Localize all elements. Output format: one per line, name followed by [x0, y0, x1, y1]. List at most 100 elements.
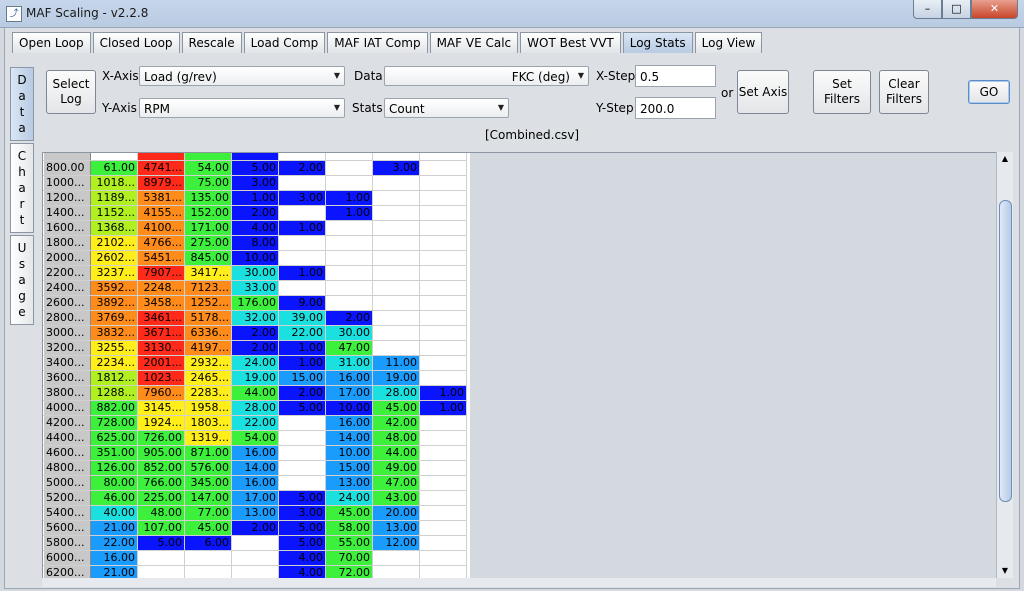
grid-cell[interactable]: 1288... [90, 385, 138, 401]
grid-cell[interactable]: 1.00 [419, 400, 467, 416]
grid-cell[interactable] [325, 160, 373, 176]
grid-cell[interactable]: 15.00 [325, 460, 373, 476]
grid-cell[interactable]: 10.00 [325, 445, 373, 461]
scrollbar-thumb[interactable] [999, 200, 1012, 502]
grid-cell[interactable]: 2.00 [231, 205, 279, 221]
grid-cell[interactable]: 6.00 [184, 535, 232, 551]
grid-cell[interactable]: 4155... [137, 205, 185, 221]
grid-cell[interactable]: 2602... [90, 250, 138, 266]
grid-cell[interactable] [419, 265, 467, 281]
grid-cell[interactable]: 10.00 [325, 400, 373, 416]
tab-log-stats[interactable]: Log Stats [622, 32, 693, 53]
grid-cell[interactable] [231, 550, 279, 566]
grid-cell[interactable]: 5.00 [231, 160, 279, 176]
grid-cell[interactable] [325, 220, 373, 236]
grid-cell[interactable] [184, 153, 232, 161]
grid-cell[interactable]: 4.00 [278, 550, 326, 566]
grid-cell[interactable]: 5.00 [278, 400, 326, 416]
grid-cell[interactable]: 8979... [137, 175, 185, 191]
grid-cell[interactable] [419, 445, 467, 461]
grid-cell[interactable]: 882.00 [90, 400, 138, 416]
grid-cell[interactable]: 24.00 [325, 490, 373, 506]
grid-cell[interactable] [419, 535, 467, 551]
grid-cell[interactable]: 905.00 [137, 445, 185, 461]
grid-cell[interactable] [419, 295, 467, 311]
tab-rescale[interactable]: Rescale [181, 32, 242, 53]
grid-cell[interactable]: 10.00 [231, 250, 279, 266]
grid-cell[interactable]: 345.00 [184, 475, 232, 491]
grid-cell[interactable]: 2001... [137, 355, 185, 371]
grid-cell[interactable]: 40.00 [90, 505, 138, 521]
grid-cell[interactable] [372, 295, 420, 311]
grid-cell[interactable] [419, 235, 467, 251]
grid-cell[interactable]: 12.00 [372, 535, 420, 551]
grid-cell[interactable]: 2.00 [231, 340, 279, 356]
maximize-icon[interactable]: □ [942, 0, 971, 19]
grid-cell[interactable]: 6336... [184, 325, 232, 341]
set-filters-button[interactable]: Set Filters [813, 70, 871, 114]
grid-cell[interactable]: 2932... [184, 355, 232, 371]
grid-cell[interactable]: 176.00 [231, 295, 279, 311]
grid-cell[interactable]: 1.00 [278, 265, 326, 281]
grid-cell[interactable] [278, 153, 326, 161]
grid-cell[interactable]: 3145... [137, 400, 185, 416]
grid-cell[interactable]: 126.00 [90, 460, 138, 476]
grid-cell[interactable]: 16.00 [231, 445, 279, 461]
grid-cell[interactable]: 171.00 [184, 220, 232, 236]
grid-cell[interactable]: 77.00 [184, 505, 232, 521]
grid-cell[interactable]: 5451... [137, 250, 185, 266]
grid-cell[interactable]: 871.00 [184, 445, 232, 461]
grid-cell[interactable]: 32.00 [231, 310, 279, 326]
grid-cell[interactable]: 625.00 [90, 430, 138, 446]
grid-cell[interactable]: 1152... [90, 205, 138, 221]
grid-cell[interactable]: 8.00 [231, 235, 279, 251]
grid-cell[interactable] [372, 190, 420, 206]
grid-cell[interactable] [419, 250, 467, 266]
grid-cell[interactable] [137, 153, 185, 161]
grid-cell[interactable]: 1.00 [325, 205, 373, 221]
grid-cell[interactable]: 152.00 [184, 205, 232, 221]
grid-cell[interactable]: 2465... [184, 370, 232, 386]
grid-cell[interactable]: 3130... [137, 340, 185, 356]
grid-cell[interactable] [325, 265, 373, 281]
close-icon[interactable]: ✕ [971, 0, 1018, 19]
grid-cell[interactable]: 21.00 [90, 520, 138, 536]
grid-cell[interactable] [278, 235, 326, 251]
grid-cell[interactable] [231, 153, 279, 161]
grid-cell[interactable]: 147.00 [184, 490, 232, 506]
tab-closed-loop[interactable]: Closed Loop [92, 32, 180, 53]
grid-cell[interactable]: 3.00 [231, 175, 279, 191]
grid-cell[interactable]: 852.00 [137, 460, 185, 476]
grid-cell[interactable]: 22.00 [231, 415, 279, 431]
grid-cell[interactable] [419, 340, 467, 356]
grid-cell[interactable]: 13.00 [325, 475, 373, 491]
grid-cell[interactable]: 45.00 [372, 400, 420, 416]
grid-cell[interactable]: 1958... [184, 400, 232, 416]
grid-cell[interactable]: 3417... [184, 265, 232, 281]
grid-cell[interactable] [278, 475, 326, 491]
grid-cell[interactable]: 3892... [90, 295, 138, 311]
grid-cell[interactable]: 1.00 [278, 220, 326, 236]
grid-cell[interactable] [419, 490, 467, 506]
grid-cell[interactable]: 28.00 [372, 385, 420, 401]
grid-cell[interactable]: 5.00 [278, 520, 326, 536]
grid-cell[interactable]: 1319... [184, 430, 232, 446]
grid-cell[interactable]: 1812... [90, 370, 138, 386]
grid-cell[interactable] [137, 550, 185, 566]
grid-cell[interactable]: 47.00 [325, 340, 373, 356]
grid-cell[interactable]: 54.00 [184, 160, 232, 176]
grid-cell[interactable]: 45.00 [184, 520, 232, 536]
scroll-down-icon[interactable]: ▼ [997, 564, 1013, 578]
grid-cell[interactable] [278, 415, 326, 431]
grid-cell[interactable] [419, 475, 467, 491]
grid-cell[interactable]: 2234... [90, 355, 138, 371]
grid-cell[interactable]: 15.00 [278, 370, 326, 386]
grid-cell[interactable]: 4766... [137, 235, 185, 251]
grid-cell[interactable]: 4197... [184, 340, 232, 356]
tab-load-comp[interactable]: Load Comp [243, 32, 326, 53]
grid-cell[interactable]: 2102... [90, 235, 138, 251]
grid-cell[interactable] [419, 153, 467, 161]
grid-cell[interactable] [90, 153, 138, 161]
go-button[interactable]: GO [968, 80, 1010, 104]
grid-cell[interactable] [184, 550, 232, 566]
